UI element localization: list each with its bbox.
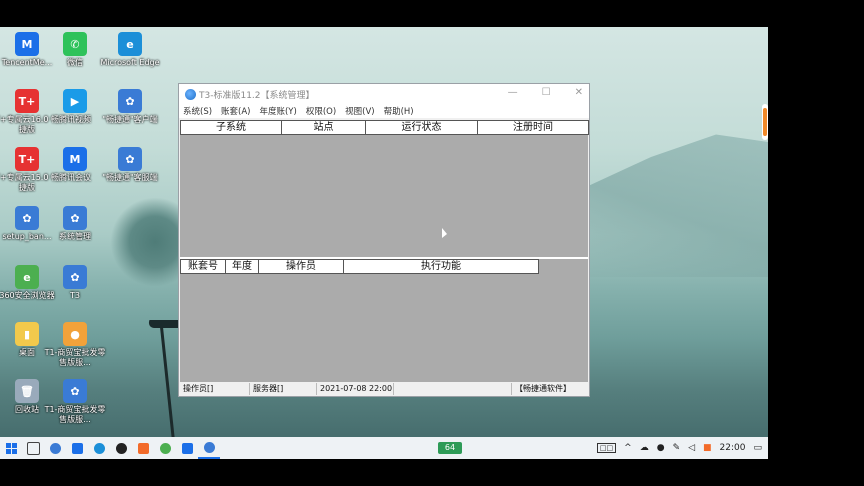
system-management-window: T3-标准版11.2【系统管理】 — ☐ ✕ 系统(S) 账套(A) 年度账(Y… xyxy=(178,83,590,397)
operation-grid[interactable]: 账套号 年度 操作员 执行功能 xyxy=(180,259,588,383)
boat-pole xyxy=(160,326,176,447)
volume-icon[interactable]: ◁ xyxy=(688,443,695,453)
taskbar-badge[interactable]: 64 xyxy=(438,442,462,454)
status-brand: 【畅捷通软件】 xyxy=(515,384,571,393)
app-tray-icon[interactable]: ■ xyxy=(703,443,712,453)
desktop-app-icon: ● xyxy=(63,322,87,346)
desktop-icon-label: "畅捷通"客户端 xyxy=(102,115,158,124)
desktop-app-icon: T+ xyxy=(15,147,39,171)
taskbar-app-system-icon[interactable] xyxy=(198,437,220,459)
col-run-status[interactable]: 运行状态 xyxy=(365,120,477,135)
taskbar-app-edge-icon[interactable] xyxy=(88,437,110,459)
cloud-icon[interactable]: ☁ xyxy=(640,443,649,453)
col-site[interactable]: 站点 xyxy=(281,120,365,135)
taskbar: 64 □□ ^ ☁ ● ✎ ◁ ■ 22:00 ▭ xyxy=(0,437,768,459)
subsystem-grid-header: 子系统 站点 运行状态 注册时间 xyxy=(180,120,589,135)
start-icon[interactable] xyxy=(0,437,22,459)
taskbar-app-t3-icon[interactable] xyxy=(44,437,66,459)
chevron-up-icon[interactable]: ^ xyxy=(624,443,632,453)
col-subsystem[interactable]: 子系统 xyxy=(180,120,281,135)
desktop-icon[interactable]: e Microsoft Edge xyxy=(98,32,162,68)
desktop-icon-label: 系统管理 xyxy=(59,232,91,241)
status-server: 服务器[] xyxy=(250,383,317,395)
col-account-no[interactable]: 账套号 xyxy=(180,259,225,274)
minimize-icon[interactable]: — xyxy=(508,87,518,98)
desktop-app-icon: e xyxy=(118,32,142,56)
mic-icon[interactable]: ● xyxy=(657,443,665,453)
taskbar-app-tencent-meeting-icon[interactable] xyxy=(176,437,198,459)
desktop-icon[interactable]: ✿ "畅捷通"客服端 xyxy=(98,147,162,183)
taskbar-app-meeting-icon[interactable] xyxy=(66,437,88,459)
desktop-app-icon: ✆ xyxy=(63,32,87,56)
pen-icon[interactable]: ✎ xyxy=(673,443,681,453)
operation-grid-header: 账套号 年度 操作员 执行功能 xyxy=(180,259,539,274)
desktop-icon-label: T1-商贸宝批发零售版服... xyxy=(44,405,106,424)
menu-account[interactable]: 账套(A) xyxy=(221,105,250,117)
status-bar: 操作员[] 服务器[] 2021-07-08 22:00 【畅捷通软件】 xyxy=(180,382,588,396)
col-register-time[interactable]: 注册时间 xyxy=(477,120,589,135)
desktop-app-icon: M xyxy=(15,32,39,56)
taskbar-app-green-icon[interactable] xyxy=(154,437,176,459)
desktop-app-icon: 🗑 xyxy=(15,379,39,403)
taskbar-app-orange-icon[interactable] xyxy=(132,437,154,459)
desktop-icon-label: Microsoft Edge xyxy=(100,58,160,67)
desktop-app-icon: ✿ xyxy=(63,206,87,230)
window-titlebar[interactable]: T3-标准版11.2【系统管理】 — ☐ ✕ xyxy=(179,84,589,104)
status-spacer xyxy=(394,383,512,395)
menu-year-account[interactable]: 年度账(Y) xyxy=(259,105,296,117)
desktop-icon[interactable]: ✿ 系统管理 xyxy=(43,206,107,242)
desktop-app-icon: M xyxy=(63,147,87,171)
col-operator[interactable]: 操作员 xyxy=(258,259,343,274)
desktop-app-icon: ✿ xyxy=(63,379,87,403)
notification-panel-icon[interactable]: □□ xyxy=(596,443,617,453)
clock[interactable]: 22:00 xyxy=(720,443,746,453)
desktop-icon[interactable]: ● T1-商贸宝批发零售版服... xyxy=(43,322,107,368)
desktop-app-icon: ▮ xyxy=(15,322,39,346)
menu-system[interactable]: 系统(S) xyxy=(183,105,212,117)
desktop-app-icon: e xyxy=(15,265,39,289)
status-datetime: 2021-07-08 22:00 xyxy=(317,383,394,395)
close-icon[interactable]: ✕ xyxy=(575,87,583,98)
menubar: 系统(S) 账套(A) 年度账(Y) 权限(O) 视图(V) 帮助(H) xyxy=(179,104,589,118)
menu-permission[interactable]: 权限(O) xyxy=(306,105,336,117)
desktop-icon-label: "畅捷通"客服端 xyxy=(102,173,158,182)
window-title: T3-标准版11.2【系统管理】 xyxy=(199,90,315,101)
taskbar-app-qq-icon[interactable] xyxy=(110,437,132,459)
desktop-app-icon: ✿ xyxy=(118,147,142,171)
status-operator: 操作员[] xyxy=(180,383,250,395)
desktop-app-icon: ✿ xyxy=(63,265,87,289)
subsystem-grid[interactable]: 子系统 站点 运行状态 注册时间 xyxy=(180,120,589,257)
desktop-icon[interactable]: ✿ T1-商贸宝批发零售版服... xyxy=(43,379,107,425)
action-center-icon[interactable]: ▭ xyxy=(753,443,762,453)
col-year[interactable]: 年度 xyxy=(225,259,258,274)
mouse-cursor-icon xyxy=(442,228,447,238)
desktop-app-icon: T+ xyxy=(15,89,39,113)
menu-view[interactable]: 视图(V) xyxy=(345,105,374,117)
desktop-app-icon: ✿ xyxy=(118,89,142,113)
system-tray: □□ ^ ☁ ● ✎ ◁ ■ 22:00 ▭ xyxy=(596,437,762,459)
side-scroll-handle[interactable] xyxy=(762,104,768,140)
desktop-icon[interactable]: ✿ T3 xyxy=(43,265,107,301)
app-icon xyxy=(185,88,196,100)
desktop-icon[interactable]: ✿ "畅捷通"客户端 xyxy=(98,89,162,125)
desktop-app-icon: ▶ xyxy=(63,89,87,113)
menu-help[interactable]: 帮助(H) xyxy=(384,105,414,117)
desktop-icon-label: T1-商贸宝批发零售版服... xyxy=(44,348,106,367)
desktop-icon-label: T3 xyxy=(70,291,80,300)
task-view-icon[interactable] xyxy=(22,437,44,459)
maximize-icon[interactable]: ☐ xyxy=(542,87,551,98)
col-function[interactable]: 执行功能 xyxy=(343,259,539,274)
desktop-app-icon: ✿ xyxy=(15,206,39,230)
